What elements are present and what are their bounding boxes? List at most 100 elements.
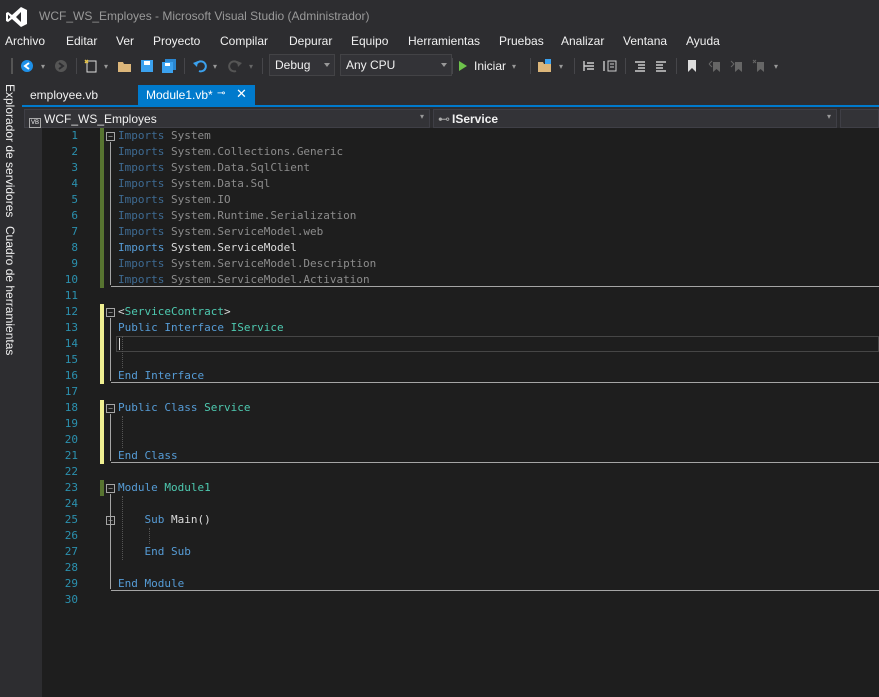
- redo-dropdown-icon[interactable]: ▾: [246, 56, 256, 76]
- undo-icon[interactable]: [191, 56, 209, 76]
- undo-dropdown-icon[interactable]: ▾: [210, 56, 220, 76]
- code-line[interactable]: Imports System.Collections.Generic: [118, 144, 343, 160]
- prev-bookmark-icon[interactable]: [706, 56, 724, 76]
- bookmark-icon[interactable]: [683, 56, 701, 76]
- code-line[interactable]: <ServiceContract>: [118, 304, 231, 320]
- toolbar-separator: [625, 58, 626, 74]
- toolbox-tab[interactable]: Cuadro de herramientas: [3, 226, 17, 355]
- menu-compilar[interactable]: Compilar: [220, 34, 268, 48]
- clear-bookmarks-icon[interactable]: [750, 56, 768, 76]
- code-line[interactable]: Public Interface IService: [118, 320, 284, 336]
- code-token: End Module: [118, 577, 185, 590]
- server-explorer-tab[interactable]: Explorador de servidores: [3, 84, 17, 217]
- chevron-down-icon: ▾: [826, 112, 831, 121]
- code-line[interactable]: Imports System.Data.SqlClient: [118, 160, 310, 176]
- outline-line: [110, 494, 111, 589]
- pin-icon[interactable]: ⊸: [217, 88, 225, 99]
- code-token: System.ServiceModel.web: [170, 225, 324, 238]
- chevron-down-icon: [324, 63, 330, 67]
- indent-guide: [122, 416, 123, 448]
- menu-ver[interactable]: Ver: [116, 34, 134, 48]
- menu-archivo[interactable]: Archivo: [5, 34, 45, 48]
- code-line[interactable]: Imports System.Runtime.Serialization: [118, 208, 356, 224]
- step-into-icon[interactable]: [580, 56, 598, 76]
- line-number: 16: [64, 369, 78, 382]
- collapse-icon[interactable]: −: [106, 132, 115, 141]
- code-line[interactable]: Imports System.ServiceModel: [118, 240, 297, 256]
- line-number: 14: [64, 337, 78, 350]
- new-dropdown-icon[interactable]: ▾: [101, 56, 111, 76]
- code-token: Service: [204, 401, 251, 414]
- menu-ventana[interactable]: Ventana: [623, 34, 667, 48]
- back-icon[interactable]: [18, 56, 36, 76]
- configuration-select[interactable]: Debug: [269, 54, 335, 76]
- collapse-icon[interactable]: −: [106, 484, 115, 493]
- line-number: 5: [71, 193, 78, 206]
- code-token: <: [118, 305, 125, 318]
- save-all-icon[interactable]: [160, 56, 178, 76]
- code-line[interactable]: End Interface: [118, 368, 204, 384]
- close-icon[interactable]: ✕: [236, 86, 247, 102]
- redo-icon[interactable]: [226, 56, 244, 76]
- code-token: Module1: [164, 481, 211, 494]
- menu-depurar[interactable]: Depurar: [289, 34, 332, 48]
- platform-select[interactable]: Any CPU: [340, 54, 452, 76]
- third-dropdown[interactable]: [840, 109, 879, 128]
- line-number: 15: [64, 353, 78, 366]
- code-editor[interactable]: − − − − − 1 Imports System 2 Imports System…: [42, 128, 879, 697]
- menu-herramientas[interactable]: Herramientas: [408, 34, 480, 48]
- line-number: 30: [64, 593, 78, 606]
- step-over-icon[interactable]: [601, 56, 619, 76]
- collapse-icon[interactable]: −: [106, 308, 115, 317]
- code-line[interactable]: End Class: [118, 448, 178, 464]
- code-line[interactable]: Module Module1: [118, 480, 211, 496]
- menu-proyecto[interactable]: Proyecto: [153, 34, 200, 48]
- code-token: System.Runtime.Serialization: [170, 209, 357, 222]
- toolbar-overflow-icon[interactable]: ▾: [771, 56, 781, 76]
- menu-equipo[interactable]: Equipo: [351, 34, 388, 48]
- code-line[interactable]: Imports System.ServiceModel.web: [118, 224, 323, 240]
- new-project-icon[interactable]: [82, 56, 100, 76]
- code-token: System.Collections.Generic: [170, 145, 344, 158]
- tab-module1-vb[interactable]: Module1.vb* ⊸ ✕: [138, 85, 255, 105]
- code-line[interactable]: Imports System.Data.Sql: [118, 176, 270, 192]
- find-in-files-icon[interactable]: [536, 56, 554, 76]
- code-line[interactable]: End Sub: [118, 544, 190, 560]
- comment-lines-icon[interactable]: [631, 56, 649, 76]
- back-dropdown-icon[interactable]: ▾: [38, 56, 48, 76]
- code-line[interactable]: Public Class Service: [118, 400, 250, 416]
- code-token: Imports: [118, 225, 171, 238]
- uncomment-lines-icon[interactable]: [652, 56, 670, 76]
- menu-pruebas[interactable]: Pruebas: [499, 34, 544, 48]
- collapse-icon[interactable]: −: [106, 516, 115, 525]
- line-number: 1: [71, 129, 78, 142]
- chevron-down-icon: [441, 63, 447, 67]
- code-line[interactable]: Sub Main(): [118, 512, 211, 528]
- code-line[interactable]: Imports System.ServiceModel.Activation: [118, 272, 370, 288]
- open-folder-icon[interactable]: [116, 56, 134, 76]
- menu-ayuda[interactable]: Ayuda: [686, 34, 720, 48]
- code-line[interactable]: Imports System.IO: [118, 192, 231, 208]
- member-dropdown[interactable]: ⊷ IService ▾: [433, 109, 837, 128]
- line-number: 19: [64, 417, 78, 430]
- code-line[interactable]: End Module: [118, 576, 184, 592]
- tab-employee-vb[interactable]: employee.vb: [22, 85, 137, 105]
- start-button[interactable]: Iniciar ▾: [458, 56, 528, 76]
- menu-editar[interactable]: Editar: [66, 34, 97, 48]
- next-bookmark-icon[interactable]: [728, 56, 746, 76]
- project-dropdown[interactable]: VB WCF_WS_Employes ▾: [24, 109, 430, 128]
- save-icon[interactable]: [138, 56, 156, 76]
- code-line[interactable]: Imports System.ServiceModel.Description: [118, 256, 376, 272]
- window-title: WCF_WS_Employes - Microsoft Visual Studi…: [39, 9, 370, 23]
- line-number: 2: [71, 145, 78, 158]
- toolbar-grip[interactable]: [11, 58, 13, 74]
- collapse-icon[interactable]: −: [106, 404, 115, 413]
- forward-icon[interactable]: [52, 56, 70, 76]
- menu-analizar[interactable]: Analizar: [561, 34, 604, 48]
- find-dropdown-icon[interactable]: ▾: [556, 56, 566, 76]
- line-number: 11: [64, 289, 78, 302]
- tab-label: Module1.vb*: [146, 88, 213, 102]
- document-tabs: employee.vb Module1.vb* ⊸ ✕: [22, 85, 879, 105]
- code-line[interactable]: Imports System: [118, 128, 211, 144]
- code-token: Main(): [170, 513, 211, 526]
